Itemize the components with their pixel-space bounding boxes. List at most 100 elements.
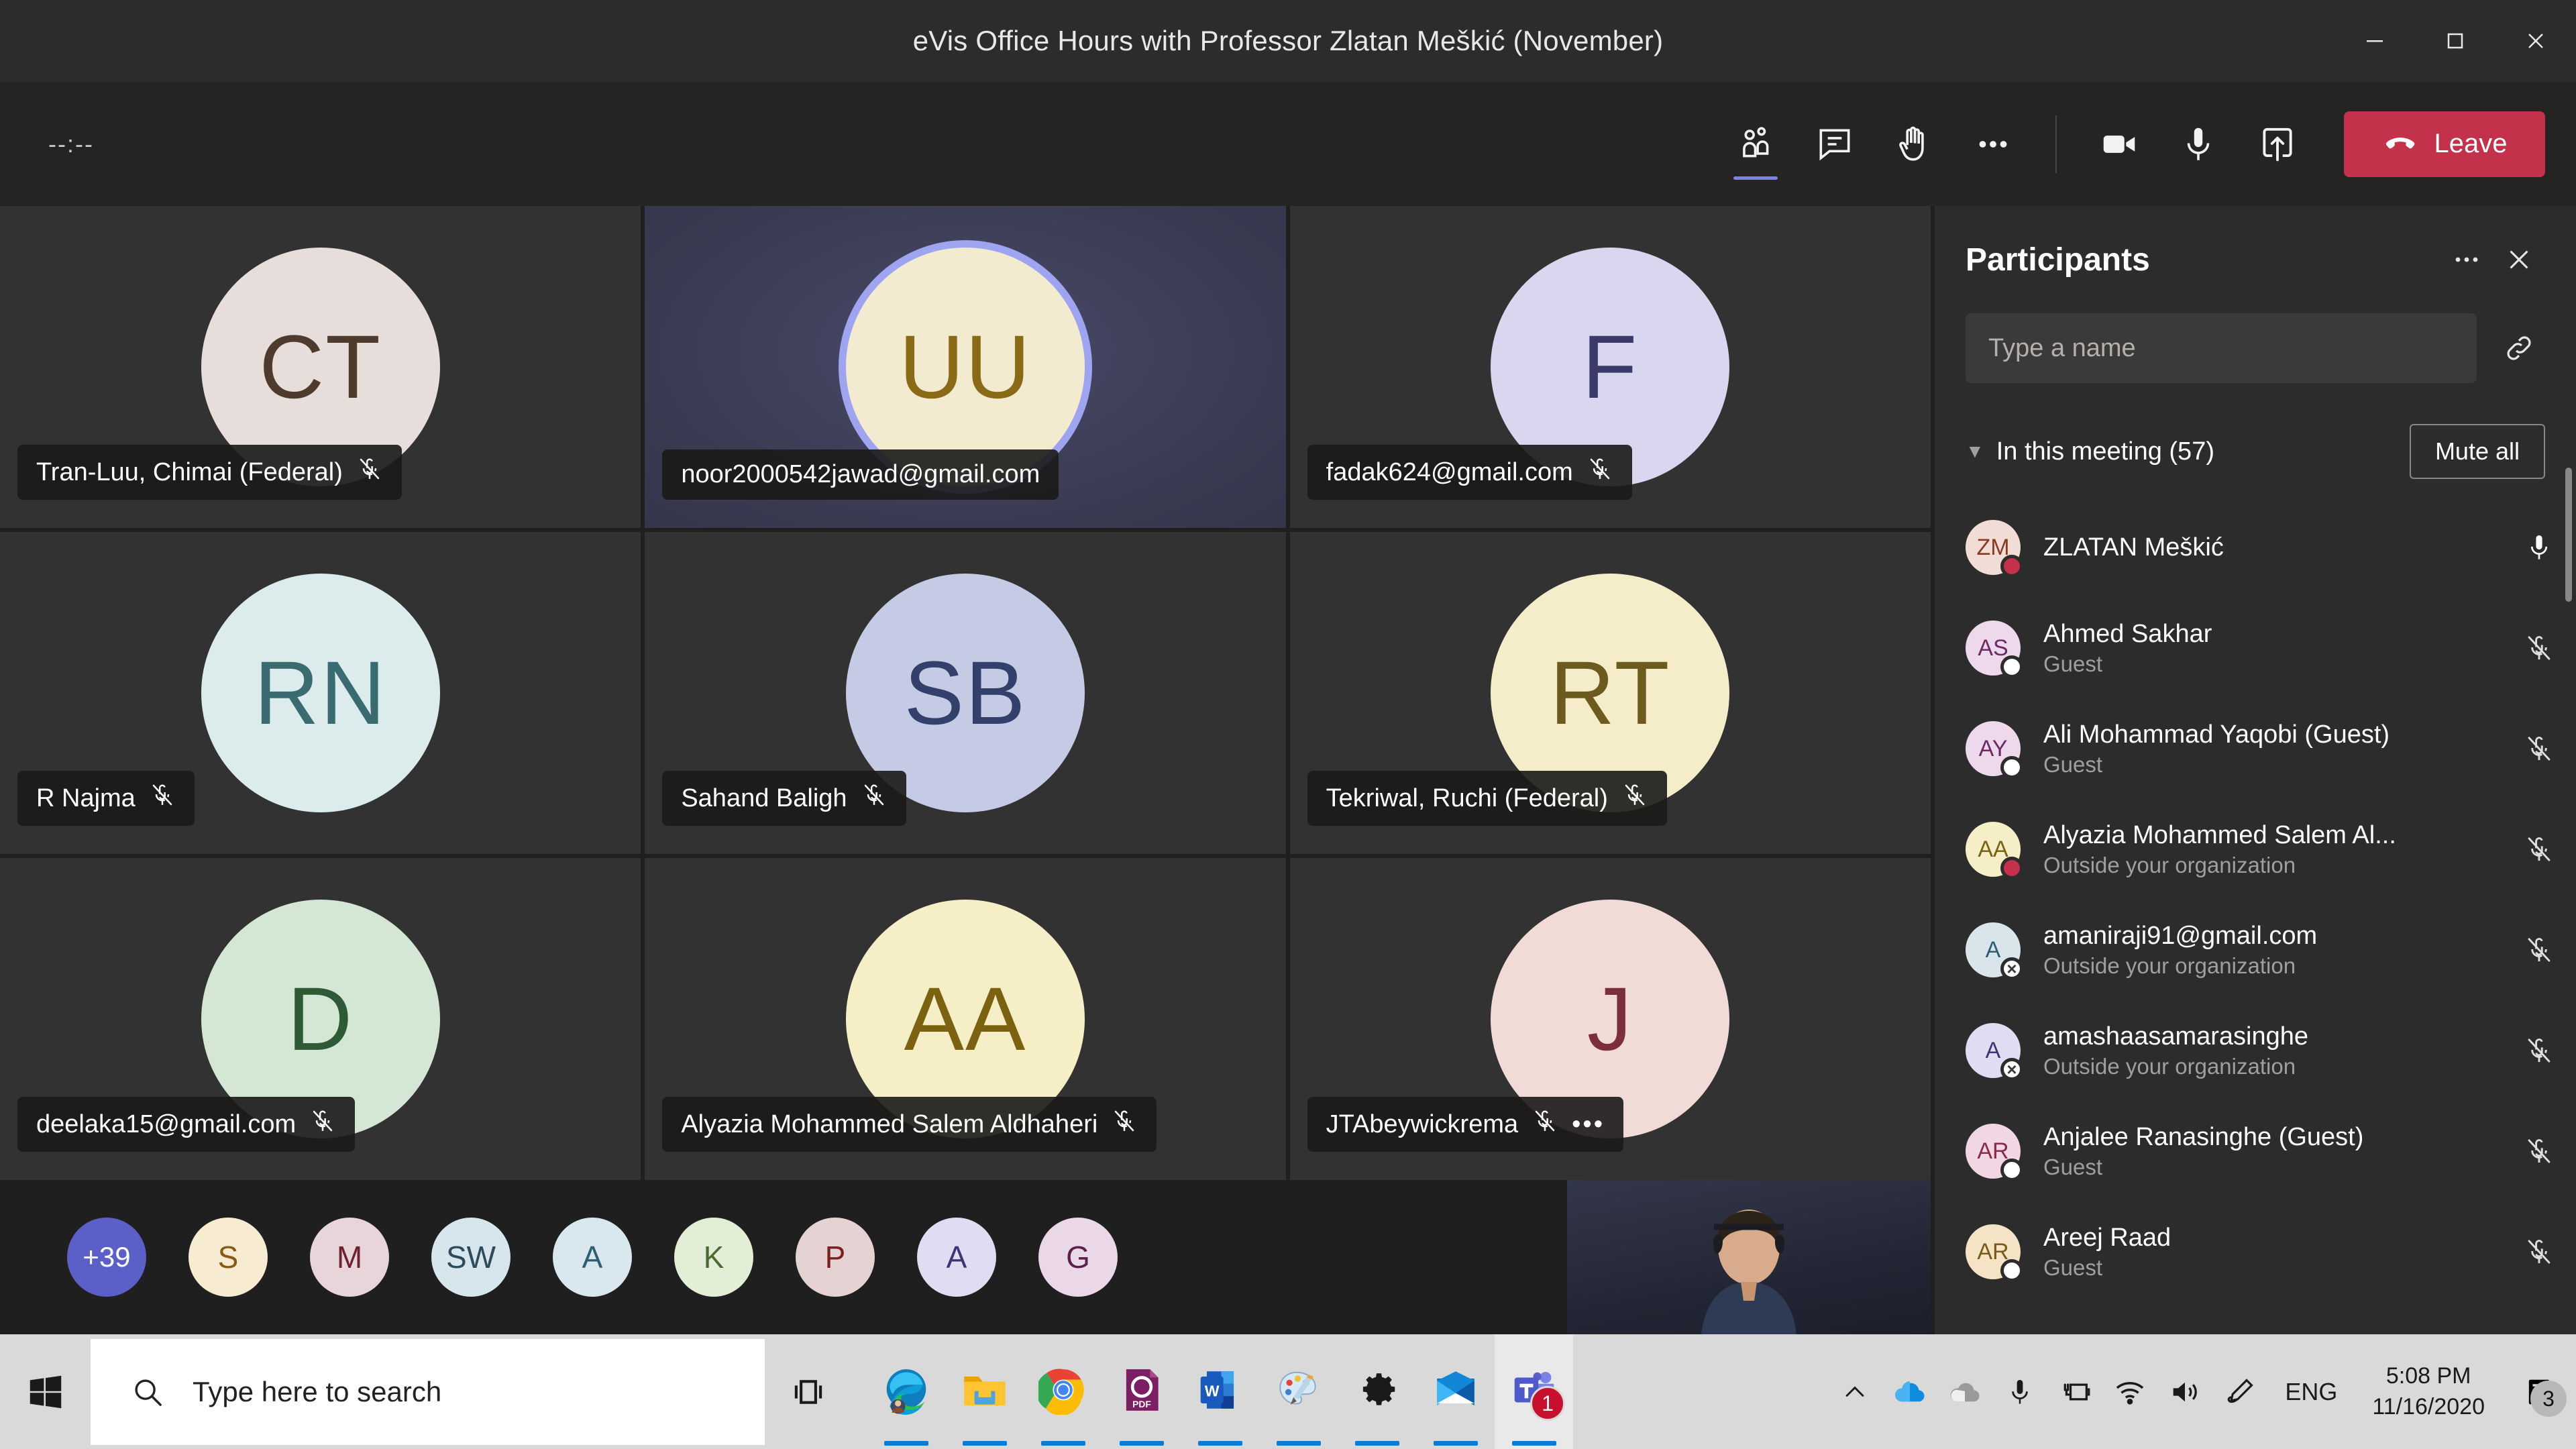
overflow-avatar[interactable]: S [189,1218,268,1297]
muted-mic-icon [2528,837,2551,861]
participant-muted-button[interactable] [2516,733,2563,764]
minimize-icon[interactable] [2334,0,2415,82]
show-chat-button[interactable] [1795,105,1874,184]
tile-more-options-icon[interactable]: ••• [1572,1112,1605,1137]
meeting-toolbar: --:-- Leave [0,82,2576,206]
participant-row[interactable]: ZM ZLATAN Meškić [1966,497,2563,598]
start-button[interactable] [0,1334,91,1449]
overflow-count-avatar[interactable]: +39 [67,1218,146,1297]
participants-scrollbar[interactable] [2565,468,2572,602]
participant-row[interactable]: AamashaasamarasingheOutside your organiz… [1966,1000,2563,1101]
overflow-avatar[interactable]: SW [431,1218,511,1297]
participant-muted-button[interactable] [2516,1035,2563,1066]
video-tile[interactable]: RT Tekriwal, Ruchi (Federal) [1289,532,1931,854]
video-tile[interactable]: J JTAbeywickrema ••• [1289,858,1931,1180]
search-icon [135,1379,162,1406]
participant-name-pill: Alyazia Mohammed Salem Aldhaheri [662,1097,1157,1152]
share-invite-link-icon[interactable] [2493,322,2545,374]
close-icon[interactable] [2496,0,2576,82]
video-tile[interactable]: RN R Najma [0,532,641,854]
more-actions-button[interactable] [1953,105,2033,184]
participant-row[interactable]: AY Ali Mohammad Yaqobi (Guest) Guest [1966,698,2563,799]
video-tile[interactable]: AA Alyazia Mohammed Salem Aldhaheri [645,858,1286,1180]
participant-muted-button[interactable] [2516,934,2563,965]
participant-name: ZLATAN Meškić [2043,533,2224,561]
overflow-avatar[interactable]: G [1038,1218,1118,1297]
participant-role: Guest [2043,651,2103,676]
taskbar-search-box[interactable]: Type here to search [91,1338,765,1445]
overflow-avatar[interactable]: A [553,1218,632,1297]
presence-badge-offline [2000,957,2023,980]
participants-list: ZM ZLATAN Meškić AS Ahmed Sakhar Guest AY Ali … [1935,497,2576,1302]
participant-muted-button[interactable] [2516,834,2563,865]
mail-icon [1431,1365,1481,1418]
leave-button[interactable]: Leave [2344,111,2545,177]
participant-row[interactable]: AS Ahmed Sakhar Guest [1966,598,2563,698]
taskbar-app-microsoft-teams[interactable]: 1 [1495,1334,1573,1449]
taskbar-app-microsoft-word[interactable]: W [1181,1334,1259,1449]
show-hidden-icons-chevron-icon[interactable] [1827,1334,1882,1449]
wifi-icon[interactable] [2102,1334,2157,1449]
participant-row[interactable]: AR Areej Raad Guest [1966,1201,2563,1302]
participant-row[interactable]: AR Anjalee Ranasinghe (Guest) Guest [1966,1101,2563,1201]
taskbar-app-microsoft-edge[interactable] [867,1334,945,1449]
clock[interactable]: 5:08 PM 11/16/2020 [2355,1361,2502,1423]
notification-center-button[interactable]: 3 [2502,1334,2576,1449]
participant-info: ZLATAN Meškić [2043,533,2516,562]
video-tile[interactable]: Ffadak624@gmail.com [1289,206,1931,528]
microphone-button[interactable] [2159,105,2238,184]
clock-date: 11/16/2020 [2372,1393,2485,1419]
participant-search-box[interactable] [1966,313,2477,383]
muted-mic-icon [2528,737,2551,761]
taskbar-app-google-chrome[interactable] [1024,1334,1102,1449]
onedrive-personal-icon[interactable] [1882,1334,1937,1449]
participant-mute-button[interactable] [2516,532,2563,563]
share-screen-button[interactable] [2238,105,2317,184]
participant-row[interactable]: Aamaniraji91@gmail.com Outside your organ… [1966,900,2563,1000]
show-participants-button[interactable] [1716,105,1795,184]
taskbar-app-paint-3d[interactable] [1259,1334,1338,1449]
participants-more-options-icon[interactable] [2440,233,2493,286]
raise-hand-button[interactable] [1874,105,1953,184]
taskbar-app-file-explorer[interactable] [945,1334,1024,1449]
avatar: RN [201,574,440,812]
taskbar-app-mail[interactable] [1416,1334,1495,1449]
video-tile[interactable]: CT Tran-Luu, Chimai (Federal) [0,206,641,528]
overflow-avatar[interactable]: A [917,1218,996,1297]
overflow-avatar[interactable]: K [674,1218,753,1297]
participant-muted-button[interactable] [2516,1236,2563,1267]
camera-button[interactable] [2080,105,2159,184]
participant-search-input[interactable] [1988,333,2454,363]
video-tile[interactable]: SB Sahand Baligh [645,532,1286,854]
pen-workspace-icon[interactable] [2212,1334,2267,1449]
overflow-participants-strip: +39 S M SW A K P A G [0,1180,1567,1334]
tile-muted-indicator [149,782,176,815]
overflow-avatar[interactable]: M [310,1218,389,1297]
task-view-icon [794,1379,822,1404]
microphone-in-use-icon[interactable] [1992,1334,2047,1449]
overflow-avatar[interactable]: P [796,1218,875,1297]
video-tile[interactable]: UU noor2000542jawad@gmail.com [645,206,1286,528]
video-tile[interactable]: Ddeelaka15@gmail.com [0,858,641,1180]
window-title: eVis Office Hours with Professor Zlatan … [912,25,1664,56]
participant-muted-button[interactable] [2516,1136,2563,1167]
self-video-tile[interactable] [1567,1180,1931,1334]
battery-charging-icon[interactable] [2047,1334,2102,1449]
muted-mic-icon [360,458,380,480]
participant-info: Alyazia Mohammed Salem Al... Outside your… [2043,821,2516,878]
maximize-icon[interactable] [2415,0,2496,82]
volume-icon[interactable] [2157,1334,2212,1449]
participant-row[interactable]: AA Alyazia Mohammed Salem Al... Outside yo… [1966,799,2563,900]
onedrive-work-icon[interactable] [1937,1334,1992,1449]
participants-close-icon[interactable] [2493,233,2545,286]
chevron-down-icon[interactable]: ▼ [1966,441,1984,462]
participant-name-pill: Tekriwal, Ruchi (Federal) [1307,771,1667,826]
participant-muted-button[interactable] [2516,633,2563,663]
tile-muted-indicator [356,455,383,489]
task-view-button[interactable] [765,1334,852,1449]
mute-all-button[interactable]: Mute all [2409,424,2545,479]
participant-role: Guest [2043,1254,2103,1280]
language-indicator[interactable]: ENG [2267,1378,2355,1406]
taskbar-app-foxit-pdf-reader[interactable]: PDF [1102,1334,1181,1449]
taskbar-app-settings[interactable] [1338,1334,1416,1449]
